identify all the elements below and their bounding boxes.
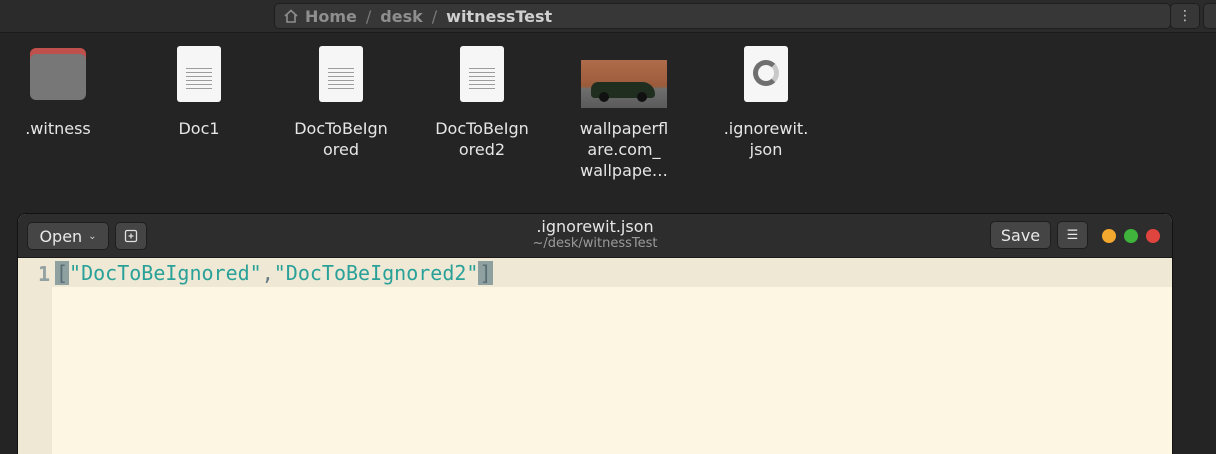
document-icon	[177, 46, 221, 102]
file-label: wallpaperfl	[579, 119, 669, 138]
code-line: ["DocToBeIgnored","DocToBeIgnored2"]	[55, 261, 493, 285]
path-separator: /	[365, 6, 372, 26]
file-label: are.com_	[587, 140, 661, 159]
header-edge-button[interactable]	[1203, 3, 1216, 29]
file-label: json	[749, 140, 783, 159]
line-number-gutter: 1	[18, 258, 52, 454]
document-icon	[319, 46, 363, 102]
editor-text-area[interactable]: ["DocToBeIgnored","DocToBeIgnored2"]	[52, 258, 1172, 454]
editor-headerbar: Open ⌄ .ignorewit.json ~/desk/witnessTes…	[18, 214, 1172, 258]
file-label: .witness	[25, 119, 91, 138]
file-item-doctobeignored[interactable]: DocToBeIgn ored	[281, 46, 401, 160]
file-item-ignorewit-json[interactable]: .ignorewit. json	[706, 46, 826, 160]
minimize-button[interactable]	[1102, 229, 1116, 243]
file-label: ored2	[458, 140, 506, 159]
file-label: ored	[322, 140, 359, 159]
json-string: "DocToBeIgnored"	[69, 261, 262, 285]
path-segment-witnesstest[interactable]: witnessTest	[446, 7, 552, 26]
file-item-doc1[interactable]: Doc1	[139, 46, 259, 139]
hamburger-menu-icon[interactable]: ☰	[1057, 221, 1088, 249]
line-number: 1	[37, 262, 50, 286]
matched-bracket: ]	[478, 261, 493, 285]
file-manager-header: Home / desk / witnessTest ⋮	[0, 0, 1216, 33]
maximize-button[interactable]	[1124, 229, 1138, 243]
home-icon[interactable]	[283, 8, 299, 24]
document-icon	[460, 46, 504, 102]
file-item-wallpaper[interactable]: wallpaperfl are.com_ wallpape…	[564, 46, 684, 181]
path-segment-desk[interactable]: desk	[380, 7, 422, 26]
file-item-doctobeignored2[interactable]: DocToBeIgn ored2	[422, 46, 542, 160]
json-comma: ,	[261, 261, 274, 285]
file-label: DocToBeIgn	[435, 119, 529, 138]
file-label: wallpape…	[580, 161, 668, 180]
close-button[interactable]	[1146, 229, 1160, 243]
file-grid: .witness Doc1 DocToBeIgn ored DocToBeIgn…	[0, 40, 1216, 220]
folder-icon	[30, 48, 86, 102]
text-editor-window: Open ⌄ .ignorewit.json ~/desk/witnessTes…	[18, 214, 1172, 454]
path-segment-home[interactable]: Home	[305, 7, 357, 26]
path-separator: /	[431, 6, 438, 26]
json-string: "DocToBeIgnored2"	[273, 261, 479, 285]
file-label: .ignorewit.	[723, 119, 809, 138]
file-label: Doc1	[178, 119, 220, 138]
kebab-menu-icon[interactable]: ⋮	[1170, 3, 1200, 29]
path-bar: Home / desk / witnessTest	[274, 3, 1171, 29]
matched-bracket: [	[55, 261, 70, 285]
json-file-icon	[744, 46, 788, 102]
file-item-witness[interactable]: .witness	[0, 46, 118, 139]
file-label: DocToBeIgn	[294, 119, 388, 138]
save-button[interactable]: Save	[990, 221, 1051, 249]
image-thumbnail	[581, 60, 667, 108]
